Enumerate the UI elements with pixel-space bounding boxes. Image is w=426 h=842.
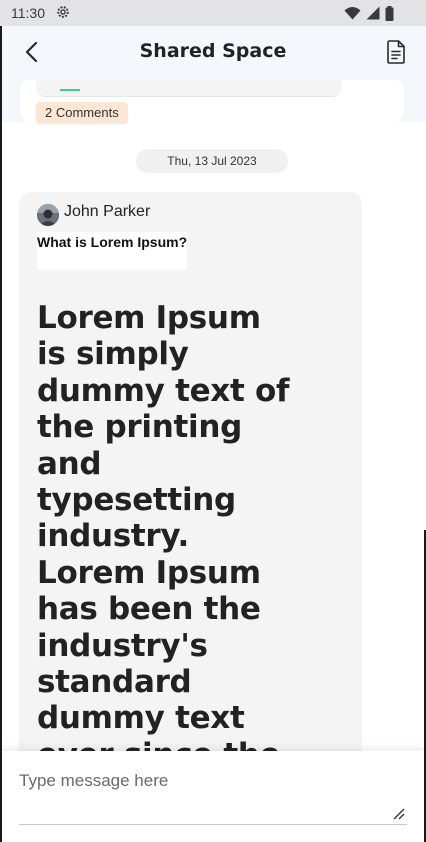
battery-icon bbox=[385, 5, 394, 21]
previous-message-accent bbox=[60, 89, 80, 91]
settings-icon bbox=[57, 6, 69, 18]
avatar-image bbox=[37, 204, 59, 226]
message-body: Lorem Ipsum is simply dummy text of the … bbox=[37, 300, 290, 792]
page-title: Shared Space bbox=[139, 40, 287, 62]
status-time: 11:30 bbox=[11, 5, 45, 21]
date-separator: Thu, 13 Jul 2023 bbox=[136, 149, 288, 173]
status-icons bbox=[344, 5, 394, 21]
frame-edge-left bbox=[0, 26, 2, 842]
resize-handle-icon[interactable] bbox=[393, 808, 405, 820]
status-bar: 11:30 bbox=[0, 0, 426, 26]
message-composer bbox=[0, 751, 426, 842]
comments-badge[interactable]: 2 Comments bbox=[36, 102, 128, 124]
signal-icon bbox=[366, 6, 380, 20]
wifi-icon bbox=[344, 7, 361, 20]
previous-message-preview bbox=[36, 80, 342, 97]
sender-name: John Parker bbox=[64, 203, 151, 220]
avatar[interactable] bbox=[37, 204, 59, 226]
message-title: What is Lorem Ipsum? bbox=[37, 234, 188, 250]
message-bubble[interactable]: John Parker What is Lorem Ipsum? Lorem I… bbox=[19, 192, 362, 792]
message-input[interactable] bbox=[19, 759, 407, 825]
document-button[interactable] bbox=[386, 40, 406, 64]
